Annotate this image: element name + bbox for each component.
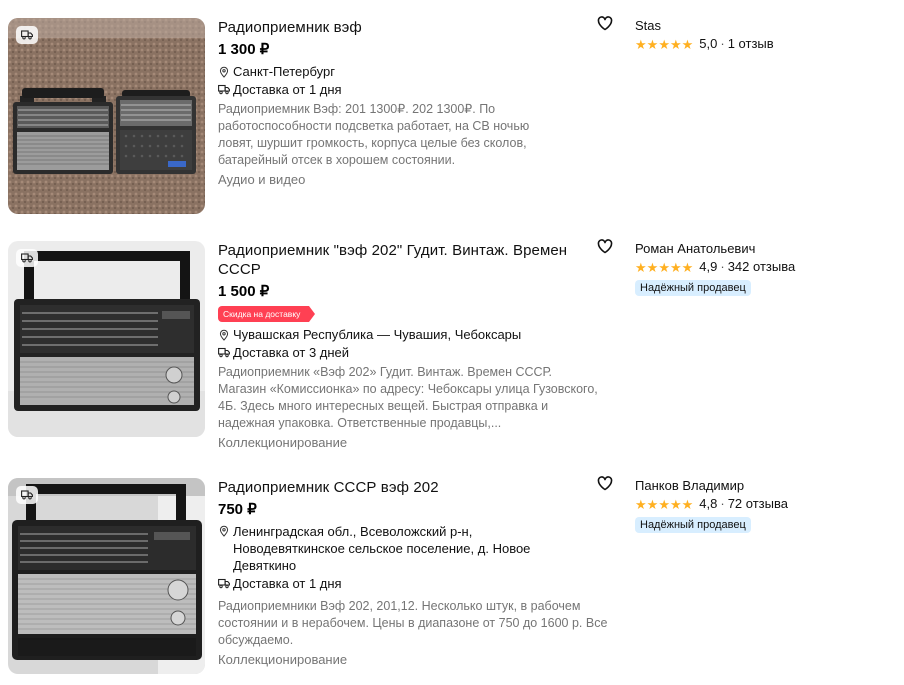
listing-title[interactable]: Радиоприемник "вэф 202" Гудит. Винтаж. В… — [218, 241, 583, 279]
seller-rating: ★ ★ ★ ★ ★ 4,8 · 72 отзыва — [635, 496, 885, 512]
location-text: Санкт-Петербург — [233, 64, 335, 79]
listing-description: Радиоприемник «Вэф 202» Гудит. Винтаж. В… — [218, 365, 598, 430]
location-text: Чувашская Республика — Чувашия, Чебоксар… — [233, 327, 522, 342]
listing-location: Ленинградская обл., Всеволожский р-н, Но… — [218, 523, 598, 574]
radio-photo-image — [8, 18, 205, 214]
listing-photo[interactable] — [8, 478, 205, 674]
rating-value: 4,9 — [699, 259, 718, 274]
delivery-text: Доставка от 1 дня — [233, 82, 342, 97]
rating-value: 4,8 — [699, 496, 718, 511]
seller-info: Stas ★ ★ ★ ★ ★ 5,0 · 1 отзыв — [635, 18, 885, 52]
map-pin-icon — [218, 525, 230, 537]
heart-outline-icon[interactable] — [597, 476, 613, 492]
delivery-truck-icon — [16, 249, 38, 267]
seller-name[interactable]: Роман Анатольевич — [635, 241, 885, 257]
rating-separator: · — [720, 496, 725, 511]
star-rating-icons: ★ ★ ★ ★ ★ — [635, 259, 694, 275]
listing-category: Коллекционирование — [218, 652, 348, 667]
rating-separator: · — [720, 259, 725, 274]
listing-delivery: Доставка от 1 дня — [218, 81, 598, 98]
listing-category: Коллекционирование — [218, 435, 348, 450]
radio-photo-image — [8, 478, 205, 674]
listing-category: Аудио и видео — [218, 172, 306, 187]
seller-name[interactable]: Stas — [635, 18, 885, 34]
seller-info: Панков Владимир ★ ★ ★ ★ ★ 4,8 · 72 отзыва На… — [635, 478, 885, 533]
seller-info: Роман Анатольевич ★ ★ ★ ★ ★ 4,9 · 342 отзыва… — [635, 241, 885, 296]
listing-title[interactable]: Радиоприемник вэф — [218, 18, 598, 37]
listing-title[interactable]: Радиоприемник СССР вэф 202 — [218, 478, 598, 497]
seller-rating: ★ ★ ★ ★ ★ 4,9 · 342 отзыва — [635, 259, 885, 275]
listing-price: 1 300 ₽ — [218, 41, 270, 58]
trusted-seller-badge: Надёжный продавец — [635, 280, 751, 296]
star-rating-icons: ★ ★ ★ ★ ★ — [635, 496, 694, 512]
rating-value: 5,0 — [699, 36, 718, 51]
delivery-truck-icon — [218, 347, 230, 359]
seller-name[interactable]: Панков Владимир — [635, 478, 885, 494]
map-pin-icon — [218, 66, 230, 78]
discount-badge: Скидка на доставку — [218, 306, 316, 322]
heart-outline-icon[interactable] — [597, 16, 613, 32]
heart-outline-icon[interactable] — [597, 239, 613, 255]
delivery-truck-icon — [218, 84, 230, 96]
star-rating-icons: ★ ★ ★ ★ ★ — [635, 36, 694, 52]
reviews-count[interactable]: 72 отзыва — [728, 496, 788, 512]
map-pin-icon — [218, 329, 230, 341]
delivery-text: Доставка от 1 дня — [233, 576, 342, 591]
listing-price: 750 ₽ — [218, 501, 257, 518]
listing-description: Радиоприемники Вэф 202, 201,12. Нескольк… — [218, 599, 608, 647]
location-text: Ленинградская обл., Всеволожский р-н, Но… — [233, 524, 531, 573]
listing-location: Санкт-Петербург — [218, 63, 598, 80]
listing-photo[interactable] — [8, 18, 205, 214]
delivery-truck-icon — [16, 486, 38, 504]
reviews-count[interactable]: 342 отзыва — [728, 259, 796, 275]
reviews-count[interactable]: 1 отзыв — [728, 36, 774, 52]
radio-photo-image — [8, 241, 205, 437]
listing-photo[interactable] — [8, 241, 205, 437]
delivery-truck-icon — [16, 26, 38, 44]
listing-description: Радиоприемник Вэф: 201 1300₽. 202 1300₽.… — [218, 102, 530, 167]
listing-price: 1 500 ₽ — [218, 283, 270, 300]
seller-rating: ★ ★ ★ ★ ★ 5,0 · 1 отзыв — [635, 36, 885, 52]
rating-separator: · — [720, 36, 725, 51]
delivery-text: Доставка от 3 дней — [233, 345, 350, 360]
listing-delivery: Доставка от 1 дня — [218, 575, 598, 592]
listing-delivery: Доставка от 3 дней — [218, 344, 598, 361]
listing-location: Чувашская Республика — Чувашия, Чебоксар… — [218, 326, 598, 343]
delivery-truck-icon — [218, 578, 230, 590]
trusted-seller-badge: Надёжный продавец — [635, 517, 751, 533]
